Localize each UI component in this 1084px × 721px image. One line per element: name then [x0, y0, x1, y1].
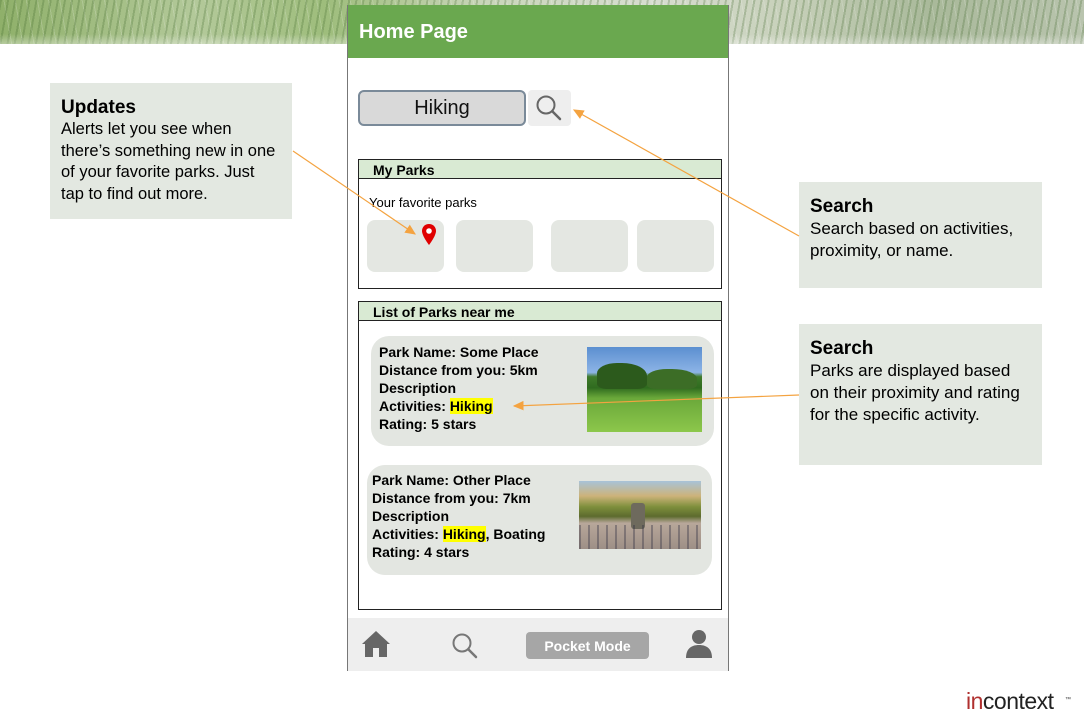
ranking-arrow	[512, 394, 800, 411]
trademark-mark: ™	[1065, 697, 1071, 703]
updates-arrow	[292, 150, 416, 235]
incontext-logo: incontext	[966, 688, 1054, 714]
search-arrow	[572, 109, 800, 237]
annotation-arrows	[292, 109, 800, 411]
